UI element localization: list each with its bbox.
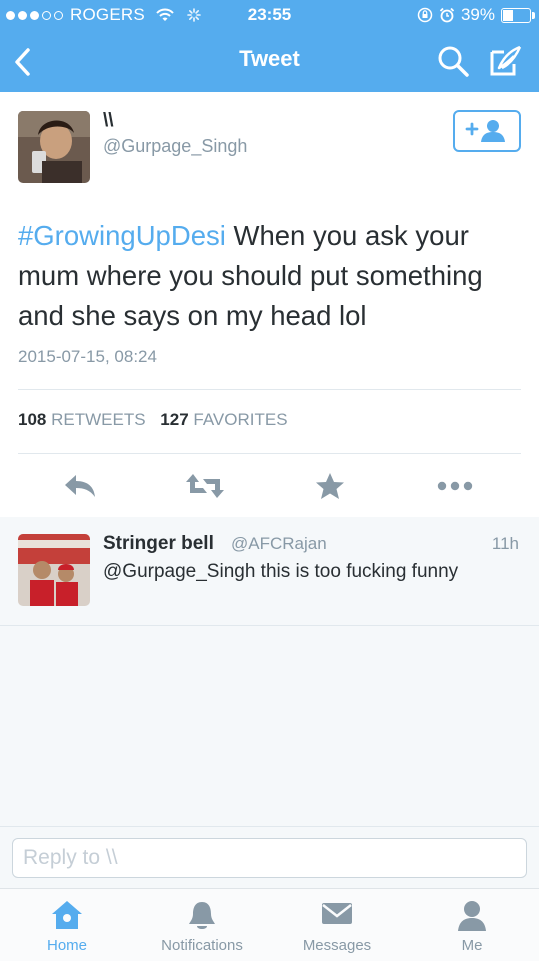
reply-avatar-image	[18, 534, 90, 606]
favorites-label: FAVORITES	[193, 410, 288, 429]
reply-icon	[65, 475, 95, 497]
tab-me[interactable]: Me	[405, 889, 539, 961]
retweets-count: 108	[18, 410, 47, 429]
tab-notifications[interactable]: Notifications	[135, 889, 269, 961]
search-icon	[438, 46, 469, 77]
tab-label: Me	[461, 937, 483, 954]
avatar[interactable]	[18, 534, 90, 606]
tab-label: Notifications	[161, 937, 243, 954]
tab-bar: Home Notifications Messages Me	[0, 888, 539, 961]
author-handle[interactable]: @Gurpage_Singh	[103, 136, 247, 157]
tweet-stats: 108 RETWEETS 127 FAVORITES	[18, 410, 298, 430]
add-user-icon	[465, 120, 505, 142]
reply-input[interactable]	[12, 838, 527, 878]
reply-tweet[interactable]: Stringer bell @AFCRajan 11h @Gurpage_Sin…	[0, 517, 539, 626]
tab-label: Home	[46, 937, 87, 954]
star-icon	[316, 473, 344, 499]
nav-bar: Tweet	[0, 32, 539, 92]
retweets-label: RETWEETS	[51, 410, 146, 429]
retweets-stat[interactable]: 108 RETWEETS	[18, 410, 146, 429]
alarm-icon	[439, 7, 455, 23]
follow-button[interactable]	[453, 110, 521, 152]
orientation-lock-icon	[417, 7, 433, 23]
battery-percent: 39%	[460, 5, 495, 24]
avatar[interactable]	[18, 111, 90, 183]
reply-button[interactable]	[60, 468, 100, 504]
reply-bar	[0, 826, 539, 889]
tweet-timestamp: 2015-07-15, 08:24	[18, 347, 157, 366]
app-header: ROGERS 23:55 39% Tweet	[0, 0, 539, 92]
tweet-actions	[0, 458, 539, 514]
person-icon	[458, 901, 486, 931]
search-button[interactable]	[436, 44, 470, 78]
compose-icon	[490, 45, 522, 76]
status-right: 39%	[417, 5, 535, 25]
hashtag-link[interactable]: #GrowingUpDesi	[18, 220, 226, 251]
replies-area: Stringer bell @AFCRajan 11h @Gurpage_Sin…	[0, 517, 539, 826]
user-avatar-image	[18, 111, 90, 183]
author-name[interactable]: \\	[103, 110, 114, 132]
back-button[interactable]	[10, 44, 38, 80]
compose-button[interactable]	[488, 44, 524, 78]
reply-time: 11h	[491, 534, 519, 553]
tab-home[interactable]: Home	[0, 889, 134, 961]
tab-messages[interactable]: Messages	[270, 889, 404, 961]
tweet-detail: \\ @Gurpage_Singh #GrowingUpDesi When yo…	[0, 92, 539, 518]
favorites-stat[interactable]: 127 FAVORITES	[160, 410, 287, 429]
home-icon	[52, 901, 82, 929]
retweet-icon	[186, 474, 224, 498]
battery-fill	[503, 9, 513, 21]
battery-icon	[501, 7, 535, 23]
envelope-icon	[322, 903, 352, 924]
reply-author-handle[interactable]: @AFCRajan	[231, 534, 327, 554]
reply-text: @Gurpage_Singh this is too fucking funny	[103, 561, 459, 582]
chevron-left-icon	[15, 48, 30, 76]
more-icon	[437, 481, 473, 491]
divider	[18, 389, 521, 390]
favorite-button[interactable]	[310, 468, 350, 504]
more-button[interactable]	[435, 468, 475, 504]
retweet-button[interactable]	[185, 468, 225, 504]
bell-icon	[189, 902, 215, 929]
tab-label: Messages	[302, 937, 372, 954]
favorites-count: 127	[160, 410, 189, 429]
battery-tip	[532, 11, 535, 19]
reply-author-name[interactable]: Stringer bell	[103, 533, 214, 555]
tweet-text: #GrowingUpDesi When you ask your mum whe…	[18, 216, 523, 336]
divider	[18, 453, 521, 454]
status-bar: ROGERS 23:55 39%	[0, 0, 539, 32]
